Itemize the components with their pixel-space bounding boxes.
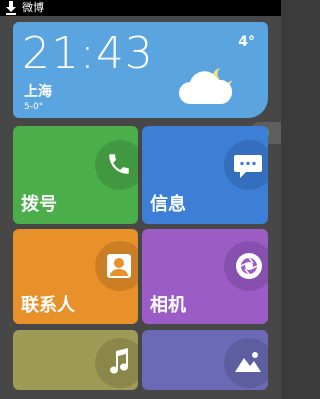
music-note-icon (110, 348, 129, 374)
dial-tile[interactable]: 拨号 (13, 126, 138, 224)
camera-tile[interactable]: 相机 (142, 229, 268, 324)
music-tile[interactable] (13, 330, 138, 390)
notification-text: 微博 (22, 1, 44, 14)
current-temperature: 4° (238, 34, 255, 50)
messages-label: 信息 (150, 194, 186, 215)
moon-cloud-icon (179, 68, 233, 104)
download-arrow-icon (5, 1, 19, 15)
gallery-tile[interactable] (142, 330, 268, 390)
camera-shutter-icon (236, 253, 262, 279)
chat-bubble-icon (234, 155, 262, 178)
weather-city: 上海 (24, 84, 52, 100)
clock-time: 21:43 (22, 28, 154, 79)
person-icon (107, 254, 131, 278)
phone-icon (109, 154, 129, 174)
contacts-tile[interactable]: 联系人 (13, 229, 138, 324)
dial-label: 拨号 (21, 194, 57, 215)
camera-label: 相机 (150, 295, 186, 316)
status-bar: 微博 (0, 0, 281, 16)
weather-clock-widget[interactable]: 21:43 上海 5-0° 4° (13, 22, 268, 118)
temperature-range: 5-0° (24, 102, 44, 112)
messages-tile[interactable]: 信息 (142, 126, 268, 224)
contacts-label: 联系人 (21, 295, 75, 316)
mountain-picture-icon (235, 352, 261, 372)
